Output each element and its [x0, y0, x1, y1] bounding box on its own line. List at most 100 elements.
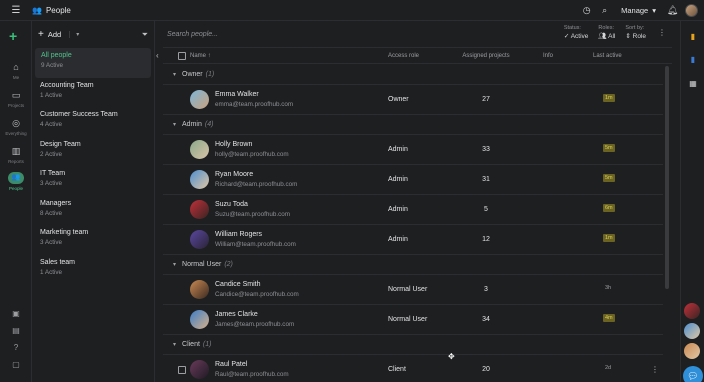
table-row[interactable]: Emma Walker emma@team.proofhub.com Owner… — [163, 85, 663, 115]
menu-icon[interactable]: ☰ — [0, 5, 32, 16]
roles-filter[interactable]: Roles: 👥︎ All — [598, 25, 615, 40]
assigned-projects: 33 — [482, 146, 490, 153]
table-row[interactable]: Ryan Moore Richard@team.proofhub.com Adm… — [163, 165, 663, 195]
scrollbar[interactable] — [665, 66, 669, 289]
avatar — [190, 170, 209, 189]
nav-label: Projects — [7, 103, 25, 108]
people-icon: 👥︎ — [598, 33, 609, 40]
clock-icon[interactable]: ◷ — [581, 5, 592, 16]
sort-by[interactable]: Sort by: ⇕ Role — [625, 25, 646, 40]
page-title: 👥 People — [32, 6, 71, 15]
notes-icon[interactable]: ▮ — [687, 31, 699, 43]
group-item-managers[interactable]: Managers 8 Active — [32, 196, 154, 226]
group-item-design[interactable]: Design Team 2 Active — [32, 137, 154, 167]
roles-filter-label: Roles: — [598, 25, 615, 31]
access-role: Normal User — [388, 316, 428, 323]
avatar — [190, 280, 209, 299]
avatar — [190, 200, 209, 219]
column-assigned-projects[interactable]: Assigned projects — [461, 53, 511, 59]
column-last-active[interactable]: Last active — [593, 53, 622, 59]
nav-item-me[interactable]: ⌂ Me — [0, 61, 32, 80]
avatar[interactable] — [684, 303, 700, 319]
person-name: Candice Smith — [215, 281, 261, 288]
right-sidebar: ▮ ▮ ▦ 💬︎ — [680, 21, 704, 382]
group-count: 9 Active — [41, 62, 64, 69]
access-role: Admin — [388, 236, 408, 243]
person-email: Suzu@team.proofhub.com — [215, 211, 290, 218]
status-filter[interactable]: Status: ✓ Active — [564, 25, 589, 40]
sort-by-value: Role — [632, 33, 646, 40]
calendar-icon[interactable]: ▦ — [687, 78, 699, 90]
help-icon[interactable]: ? — [0, 343, 32, 352]
person-email: William@team.proofhub.com — [215, 241, 296, 248]
section-admin[interactable]: ▾ Admin (4) — [163, 115, 663, 135]
table-row[interactable]: Holly Brown holly@team.proofhub.com Admi… — [163, 135, 663, 165]
row-checkbox[interactable] — [178, 366, 186, 374]
bookmark-icon[interactable]: ▮ — [687, 54, 699, 66]
group-item-it[interactable]: IT Team 3 Active — [32, 166, 154, 196]
column-info[interactable]: Info — [543, 53, 553, 59]
person-name: Raul Patel — [215, 361, 248, 368]
plus-icon: + — [38, 29, 44, 40]
home-icon: ⌂ — [13, 62, 19, 72]
section-owner[interactable]: ▾ Owner (1) — [163, 65, 663, 85]
section-count: (1) — [205, 71, 215, 78]
avatar[interactable] — [684, 343, 700, 359]
nav-item-people[interactable]: 👥 People — [0, 172, 32, 191]
chevron-down-icon: ▾ — [173, 72, 177, 78]
nav-item-everything[interactable]: ◎ Everything — [0, 117, 32, 136]
select-all-checkbox[interactable] — [178, 51, 186, 60]
last-active-badge: 4m — [603, 314, 615, 322]
table-row[interactable]: William Rogers William@team.proofhub.com… — [163, 225, 663, 255]
last-active-value: 3h — [605, 285, 612, 291]
table-row[interactable]: Raul Patel Raul@team.proofhub.com Client… — [163, 355, 663, 382]
avatar[interactable] — [684, 323, 700, 339]
person-email: Richard@team.proofhub.com — [215, 181, 298, 188]
section-normal-user[interactable]: ▾ Normal User (2) — [163, 255, 663, 275]
messages-icon[interactable]: ▢ — [0, 360, 32, 369]
filter-icon[interactable]: ⏷ — [142, 30, 148, 40]
chevron-left-icon[interactable]: ‹ — [156, 51, 159, 60]
table-row[interactable]: Candice Smith Candice@team.proofhub.com … — [163, 275, 663, 305]
section-client[interactable]: ▾ Client (1) — [163, 335, 663, 355]
group-item-sales[interactable]: Sales team 1 Active — [32, 255, 154, 285]
group-item-all-people[interactable]: All people 9 Active — [35, 48, 151, 78]
chat-icon[interactable]: ▣ — [0, 309, 32, 318]
last-active-badge: 1m — [603, 234, 615, 242]
person-email: Raul@team.proofhub.com — [215, 371, 289, 378]
nav-label: Me — [12, 75, 20, 80]
more-options-icon[interactable]: ⋮ — [658, 28, 666, 37]
sort-by-label: Sort by: — [625, 25, 645, 31]
add-icon[interactable]: + — [9, 29, 17, 43]
group-item-accounting[interactable]: Accounting Team 1 Active — [32, 78, 154, 108]
page-title-text: People — [45, 5, 71, 15]
more-options-icon[interactable]: ⋮ — [651, 365, 659, 374]
column-name[interactable]: Name ↑ — [190, 53, 211, 59]
nav-item-reports[interactable]: ▥ Reports — [0, 145, 32, 164]
manage-button[interactable]: Manage ▾ — [617, 6, 660, 15]
search-input[interactable]: Search people... — [167, 31, 218, 38]
section-title: Owner — [182, 71, 203, 78]
add-button[interactable]: + Add — [38, 29, 61, 40]
group-name: Managers — [40, 199, 72, 207]
check-icon: ✓ — [563, 33, 571, 40]
person-name: Suzu Toda — [215, 201, 248, 208]
chat-icon[interactable]: 💬︎ — [683, 366, 703, 382]
search-icon[interactable]: ⌕ — [599, 5, 610, 16]
group-name: All people — [41, 52, 72, 59]
person-email: holly@team.proofhub.com — [215, 151, 289, 158]
nav-item-projects[interactable]: ▭ Projects — [0, 89, 32, 108]
avatar[interactable] — [685, 4, 698, 17]
group-name: Design Team — [40, 140, 81, 148]
status-filter-value: Active — [570, 33, 589, 40]
column-access-role[interactable]: Access role — [388, 53, 419, 59]
group-item-customer-success[interactable]: Customer Success Team 4 Active — [32, 107, 154, 137]
access-role: Owner — [388, 96, 409, 103]
table-row[interactable]: Suzu Toda Suzu@team.proofhub.com Admin 5… — [163, 195, 663, 225]
access-role: Admin — [388, 206, 408, 213]
table-row[interactable]: James Clarke James@team.proofhub.com Nor… — [163, 305, 663, 335]
bell-icon[interactable]: 🔔︎ — [667, 5, 678, 16]
chevron-down-icon[interactable]: ▾ — [69, 31, 79, 38]
keyboard-icon[interactable]: ▤ — [0, 326, 32, 335]
group-item-marketing[interactable]: Marketing team 3 Active — [32, 225, 154, 255]
